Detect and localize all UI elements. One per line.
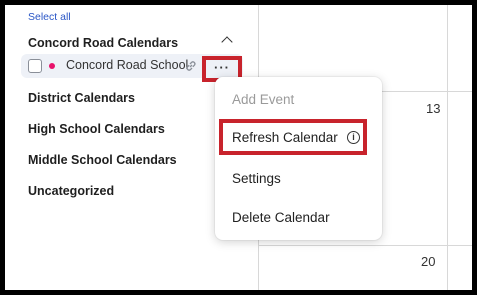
group-high-school-calendars[interactable]: High School Calendars [28,122,165,136]
calendar-name: Concord Road School [66,58,189,72]
group-uncategorized[interactable]: Uncategorized [28,184,114,198]
menu-item-settings[interactable]: Settings [232,171,281,186]
calendar-context-menu: Add Event Refresh Calendar i Settings De… [215,77,382,240]
menu-item-refresh-calendar[interactable]: Refresh Calendar i [219,119,367,155]
app-frame: 13 20 Select all Concord Road Calendars … [5,5,472,290]
info-icon[interactable]: i [347,131,360,144]
calendar-color-dot [49,63,55,69]
link-icon [184,59,198,78]
day-number-20[interactable]: 20 [421,254,435,269]
grid-line [447,5,448,290]
chevron-up-icon[interactable] [221,36,233,48]
menu-item-delete-calendar[interactable]: Delete Calendar [232,210,330,225]
more-icon: ··· [214,60,230,75]
menu-item-add-event[interactable]: Add Event [232,92,294,107]
group-concord-road-calendars[interactable]: Concord Road Calendars [28,36,178,50]
day-number-13[interactable]: 13 [426,101,440,116]
select-all-link[interactable]: Select all [28,11,71,23]
calendar-checkbox[interactable] [28,59,42,73]
group-district-calendars[interactable]: District Calendars [28,91,135,105]
group-middle-school-calendars[interactable]: Middle School Calendars [28,153,177,167]
grid-line [258,245,472,246]
refresh-calendar-label: Refresh Calendar [232,130,338,145]
